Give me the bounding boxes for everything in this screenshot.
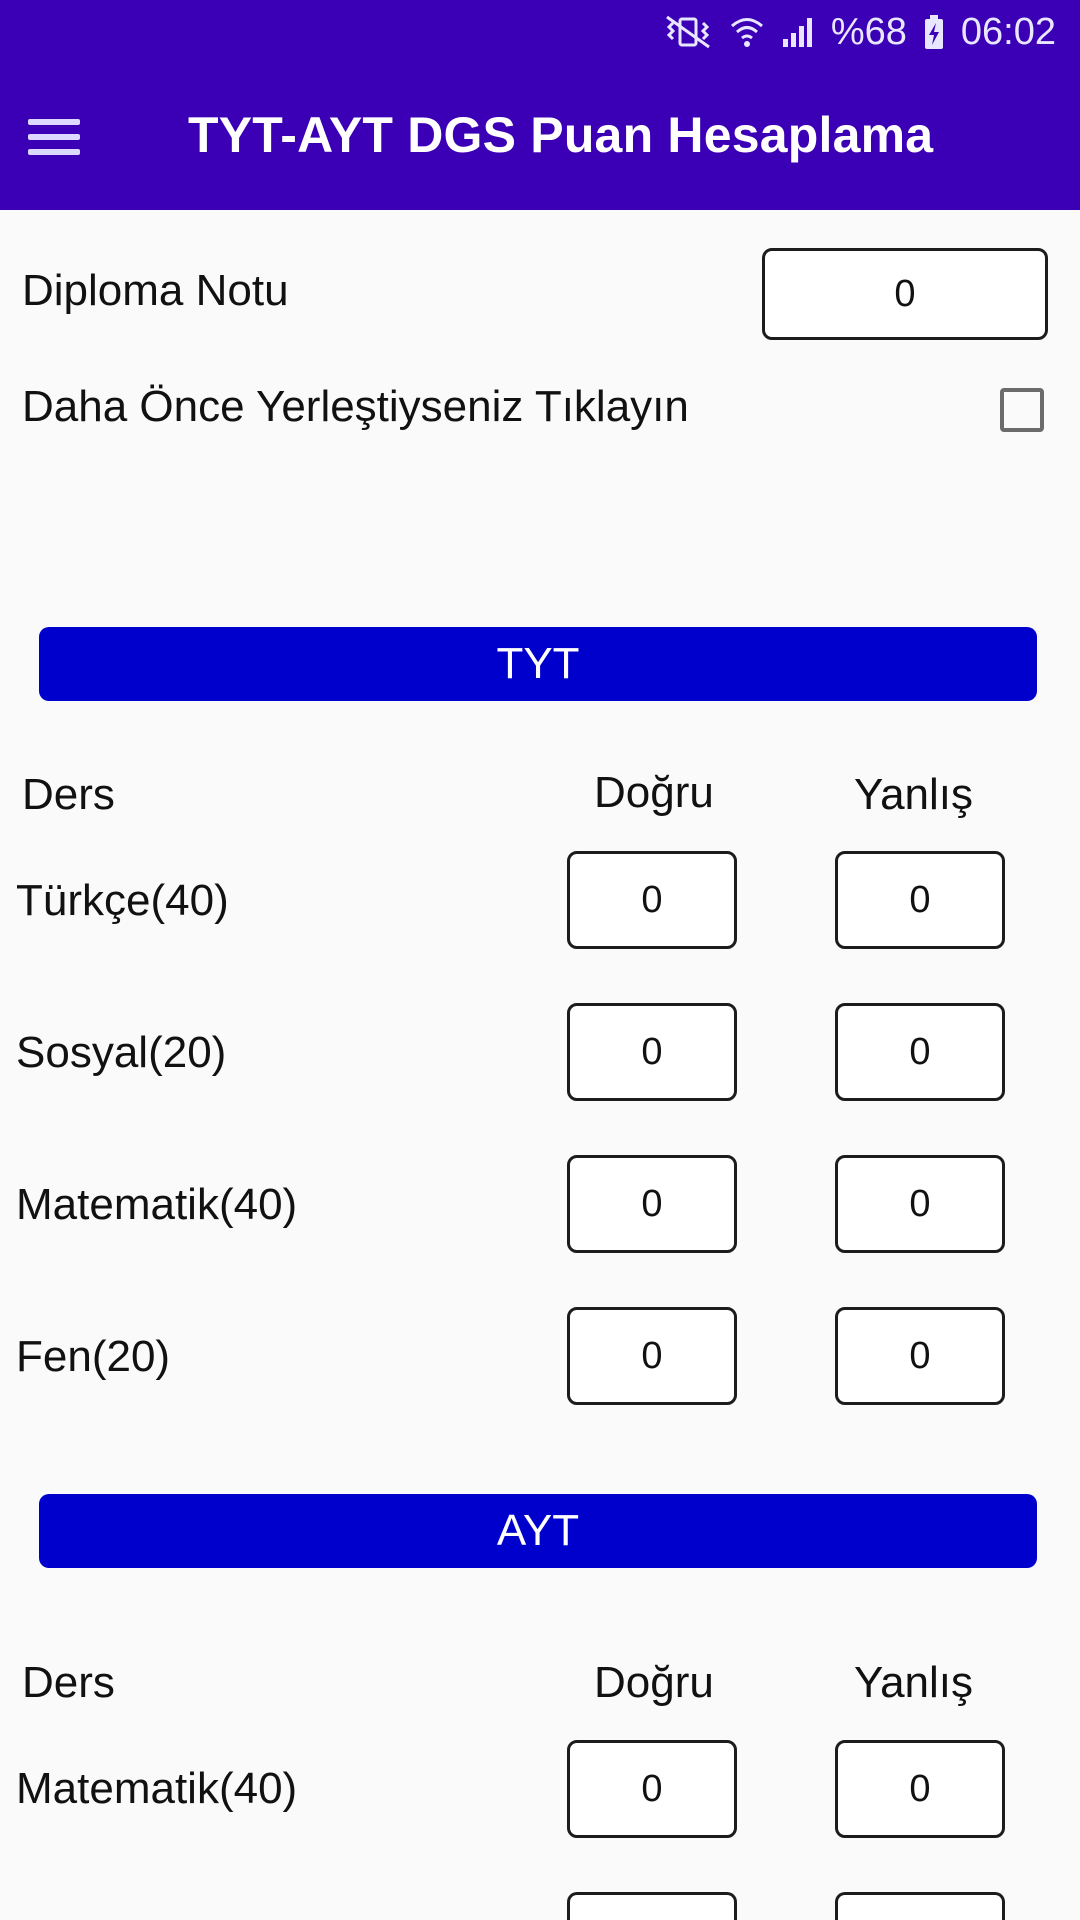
signal-icon (782, 18, 812, 47)
ayt-button[interactable]: AYT (39, 1494, 1037, 1568)
tyt-turkce-dogru-input[interactable] (567, 851, 737, 949)
tyt-turkce-yanlis-input[interactable] (835, 851, 1005, 949)
clock: 06:02 (960, 10, 1056, 53)
placed-before-label: Daha Önce Yerleştiyseniz Tıklayın (22, 382, 689, 431)
ayt-header-ders: Ders (22, 1658, 115, 1707)
battery-percent: %68 (830, 10, 907, 53)
app-title: TYT-AYT DGS Puan Hesaplama (188, 107, 934, 163)
tyt-header-yanlis: Yanlış (854, 770, 974, 819)
tyt-row-label-fen: Fen(20) (16, 1332, 171, 1381)
tyt-button[interactable]: TYT (39, 627, 1037, 701)
placed-before-checkbox[interactable] (1000, 388, 1044, 432)
tyt-fen-dogru-input[interactable] (567, 1307, 737, 1405)
ayt-header-yanlis: Yanlış (854, 1658, 974, 1707)
tyt-matematik-yanlis-input[interactable] (835, 1155, 1005, 1253)
wifi-icon (730, 18, 763, 47)
ayt-matematik-dogru-input[interactable] (567, 1740, 737, 1838)
mute-vibrate-icon (665, 15, 710, 49)
tyt-row-label-matematik: Matematik(40) (16, 1180, 298, 1229)
tyt-row-label-sosyal: Sosyal(20) (16, 1028, 227, 1077)
app-bar: TYT-AYT DGS Puan Hesaplama (0, 64, 1080, 210)
tyt-header-ders: Ders (22, 770, 115, 819)
ayt-header-dogru: Doğru (594, 1658, 714, 1707)
tyt-row-label-turkce: Türkçe(40) (16, 876, 229, 925)
tyt-sosyal-yanlis-input[interactable] (835, 1003, 1005, 1101)
ayt-next-yanlis-input[interactable] (835, 1892, 1005, 1920)
tyt-fen-yanlis-input[interactable] (835, 1307, 1005, 1405)
diploma-label: Diploma Notu (22, 266, 289, 315)
battery-charging-icon (924, 15, 943, 49)
ayt-row-label-matematik: Matematik(40) (16, 1764, 298, 1813)
ayt-next-dogru-input[interactable] (567, 1892, 737, 1920)
tyt-sosyal-dogru-input[interactable] (567, 1003, 737, 1101)
tyt-matematik-dogru-input[interactable] (567, 1155, 737, 1253)
diploma-input[interactable] (762, 248, 1048, 340)
status-bar: %68 06:02 (0, 0, 1080, 64)
hamburger-menu-icon[interactable] (28, 110, 92, 164)
tyt-header-dogru: Doğru (594, 768, 714, 817)
status-icons: %68 06:02 (663, 10, 1056, 54)
ayt-matematik-yanlis-input[interactable] (835, 1740, 1005, 1838)
